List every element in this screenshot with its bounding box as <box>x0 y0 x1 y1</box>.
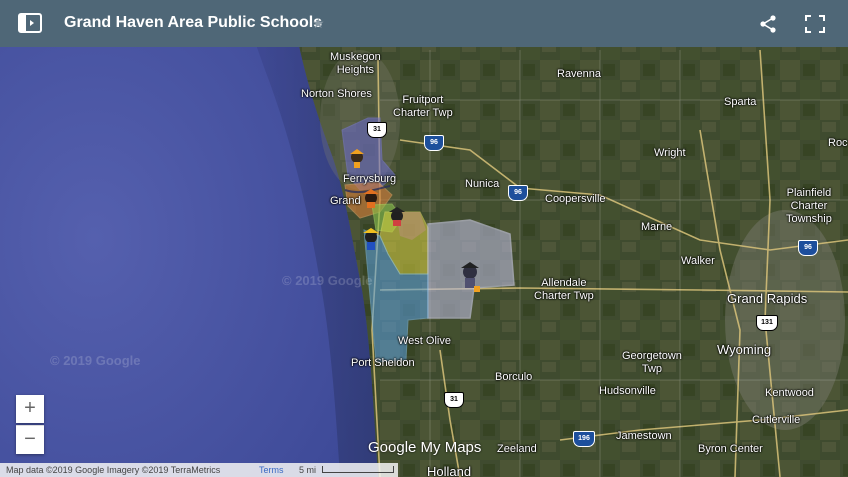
zoom-out-button[interactable]: − <box>16 425 44 454</box>
place-label-ravenna: Ravenna <box>557 68 602 80</box>
place-label-ferrysburg: Ferrysburg <box>343 173 397 185</box>
place-label-muskegon-heights: Muskegon Heights <box>330 51 381 76</box>
mascot-icon[interactable] <box>346 148 368 170</box>
highway-shield-i96: 96 <box>508 185 528 201</box>
place-label-fruitport: Fruitport Charter Twp <box>393 94 453 119</box>
google-my-maps-logo: Google My Maps <box>368 439 482 456</box>
mascot-icon[interactable] <box>360 228 382 252</box>
place-label-jamestown: Jamestown <box>616 430 672 442</box>
fullscreen-icon[interactable] <box>805 15 825 33</box>
place-label-walker: Walker <box>681 255 715 267</box>
terms-link[interactable]: Terms <box>259 463 284 477</box>
place-label-holland: Holland <box>427 464 472 477</box>
place-label-cutlerville: Cutlerville <box>752 414 801 426</box>
place-label-sparta: Sparta <box>724 96 757 108</box>
place-label-allendale: Allendale Charter Twp <box>534 277 594 302</box>
map-attribution: Map data ©2019 Google Imagery ©2019 Terr… <box>0 463 398 477</box>
place-label-marne: Marne <box>641 221 673 233</box>
place-label-coopersville: Coopersville <box>545 193 606 205</box>
place-label-plainfield: Plainfield Charter Township <box>786 187 832 225</box>
place-label-georgetown: Georgetown Twp <box>622 350 682 375</box>
map-title: Grand Haven Area Public Schools <box>64 14 323 31</box>
attribution-text: Map data ©2019 Google Imagery ©2019 Terr… <box>6 465 221 475</box>
place-label-borculo: Borculo <box>495 371 533 383</box>
map-header: Grand Haven Area Public Schools ★ <box>0 0 848 47</box>
scale-bar <box>322 466 394 473</box>
sidebar-toggle-icon[interactable] <box>18 13 42 33</box>
place-label-kentwood: Kentwood <box>765 387 814 399</box>
highway-shield-i96: 96 <box>424 135 444 151</box>
zoom-in-button[interactable]: + <box>16 395 44 423</box>
mascot-icon[interactable] <box>456 262 484 294</box>
place-label-norton-shores: Norton Shores <box>301 88 372 100</box>
map-canvas[interactable]: Muskegon Heights Norton Shores Fruitport… <box>0 0 848 477</box>
place-label-west-olive: West Olive <box>398 335 451 347</box>
place-label-wright: Wright <box>654 147 686 159</box>
place-label-grand-haven: Grand <box>330 195 361 207</box>
highway-shield-us31: 31 <box>367 122 387 138</box>
highway-shield-i96: 96 <box>798 240 818 256</box>
place-label-wyoming: Wyoming <box>717 342 772 357</box>
place-label-port-sheldon: Port Sheldon <box>351 357 415 369</box>
place-label-rockford: Roc <box>828 137 848 149</box>
highway-shield-us131: 131 <box>756 315 778 331</box>
scale-label: 5 mi <box>299 465 317 475</box>
star-icon[interactable]: ★ <box>312 15 325 32</box>
mascot-icon[interactable] <box>386 206 408 228</box>
highway-shield-i196: 196 <box>573 431 595 447</box>
map-watermark: © 2019 Google <box>50 353 141 368</box>
place-label-hudsonville: Hudsonville <box>599 385 656 397</box>
place-label-grand-rapids: Grand Rapids <box>727 291 808 306</box>
place-label-byron-center: Byron Center <box>698 443 763 455</box>
map-watermark: © 2019 Google <box>282 273 373 288</box>
share-icon[interactable] <box>758 14 778 34</box>
place-label-zeeland: Zeeland <box>497 443 537 455</box>
highway-shield-us31: 31 <box>444 392 464 408</box>
mascot-icon[interactable] <box>360 188 382 210</box>
map-imagery <box>0 0 848 477</box>
place-label-nunica: Nunica <box>465 178 500 190</box>
